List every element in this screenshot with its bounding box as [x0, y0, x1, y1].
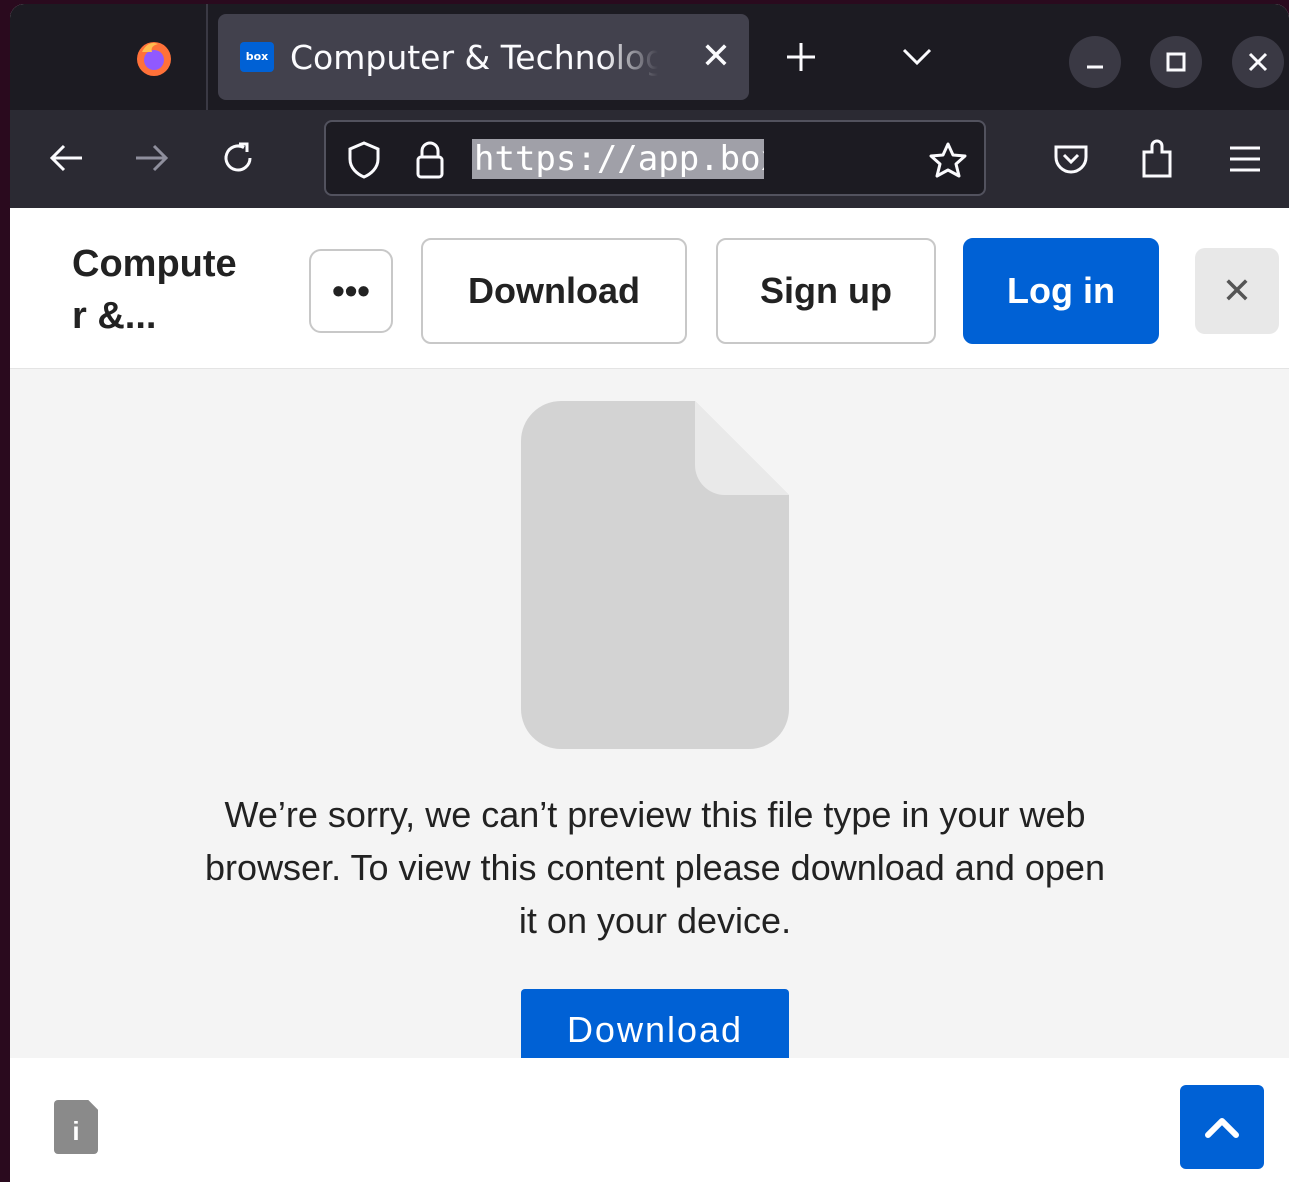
- pocket-icon[interactable]: [1048, 136, 1094, 182]
- tab-separator: [206, 4, 208, 110]
- document-title: Computer &...: [72, 243, 237, 337]
- tab-list-icon[interactable]: [894, 34, 940, 80]
- tab-strip: box Computer & Technology Ext ✕: [10, 4, 1289, 110]
- page-content: Computer &... ••• Download Sign up Log i…: [10, 208, 1289, 1182]
- tab-box-document[interactable]: box Computer & Technology Ext ✕: [218, 14, 749, 100]
- scroll-to-top-button[interactable]: [1180, 1085, 1264, 1169]
- box-favicon-icon: box: [240, 42, 274, 72]
- page-header: Computer &... ••• Download Sign up Log i…: [10, 208, 1289, 369]
- back-icon[interactable]: [44, 136, 88, 180]
- sign-up-button[interactable]: Sign up: [716, 238, 936, 344]
- forward-icon[interactable]: [130, 136, 174, 180]
- browser-window: box Computer & Technology Ext ✕: [10, 4, 1289, 1182]
- navigation-toolbar: https://app.box.com/s/ff0: [10, 110, 1289, 210]
- url-bar[interactable]: https://app.box.com/s/ff0: [324, 120, 986, 196]
- tab-title: Computer & Technology Ext: [290, 38, 658, 77]
- reload-icon[interactable]: [216, 136, 260, 180]
- new-tab-icon[interactable]: [778, 34, 824, 80]
- generic-file-icon: [521, 401, 789, 749]
- header-close-button[interactable]: ✕: [1195, 248, 1279, 334]
- log-in-button[interactable]: Log in: [963, 238, 1159, 344]
- lock-icon[interactable]: [410, 138, 450, 182]
- extensions-icon[interactable]: [1135, 134, 1181, 184]
- chevron-up-icon: [1205, 1118, 1239, 1138]
- minimize-icon[interactable]: [1069, 36, 1121, 88]
- more-options-button[interactable]: •••: [309, 249, 393, 333]
- firefox-icon[interactable]: [134, 38, 174, 78]
- window-close-icon[interactable]: [1232, 36, 1284, 88]
- menu-icon[interactable]: [1222, 136, 1268, 182]
- url-text[interactable]: https://app.box.com/s/ff0: [472, 136, 764, 182]
- header-download-button[interactable]: Download: [421, 238, 687, 344]
- shield-icon[interactable]: [344, 140, 384, 180]
- page-footer: i: [10, 1058, 1289, 1182]
- preview-unavailable-message: We’re sorry, we can’t preview this file …: [205, 794, 1105, 941]
- maximize-icon[interactable]: [1150, 36, 1202, 88]
- tab-close-icon[interactable]: ✕: [694, 32, 738, 82]
- bookmark-star-icon[interactable]: [926, 138, 970, 182]
- file-info-icon[interactable]: i: [54, 1100, 98, 1154]
